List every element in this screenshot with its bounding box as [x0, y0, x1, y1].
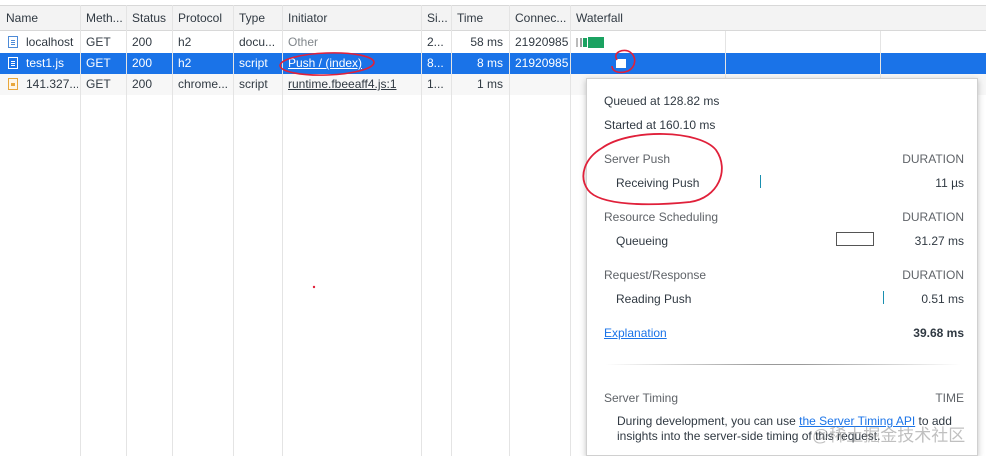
column-divider[interactable] — [421, 5, 422, 456]
request-protocol: chrome... — [178, 77, 229, 91]
server-timing-title: Server Timing — [604, 391, 679, 405]
note-text: During development, you can use — [617, 414, 800, 428]
request-row[interactable]: localhost GET 200 h2 docu... Other 2... … — [0, 32, 986, 53]
column-protocol[interactable]: Protocol — [172, 6, 236, 30]
column-connection[interactable]: Connec... — [509, 6, 575, 30]
request-initiator-link[interactable]: runtime.fbeeaff4.js:1 — [282, 74, 421, 95]
section-title-request-response: Request/Response — [604, 268, 707, 282]
receiving-push-value: 11 µs — [935, 176, 964, 190]
time-header: TIME — [935, 391, 964, 405]
column-divider[interactable] — [451, 5, 452, 456]
request-method: GET — [86, 56, 111, 70]
timing-popover: Queued at 128.82 ms Started at 160.10 ms… — [586, 78, 978, 456]
column-divider[interactable] — [509, 5, 510, 456]
request-initiator: Other — [288, 35, 319, 49]
request-name: test1.js — [26, 56, 65, 70]
request-size: 2... — [427, 35, 444, 49]
request-type: docu... — [239, 35, 276, 49]
reading-push-label: Reading Push — [616, 292, 692, 306]
request-row-selected[interactable]: test1.js GET 200 h2 script Push / (index… — [0, 53, 986, 74]
section-title-server-push: Server Push — [604, 152, 671, 166]
explanation-link[interactable]: Explanation — [604, 326, 667, 340]
receiving-push-label: Receiving Push — [616, 176, 700, 190]
receiving-push-bar — [760, 175, 761, 188]
request-time: 8 ms — [476, 56, 503, 70]
request-name: 141.327... — [26, 77, 78, 91]
queueing-label: Queueing — [616, 234, 669, 248]
section-divider — [605, 364, 961, 365]
queueing-value: 31.27 ms — [914, 234, 964, 248]
request-method: GET — [86, 77, 111, 91]
column-divider[interactable] — [233, 5, 234, 456]
request-initiator-link[interactable]: Push / (index) — [282, 53, 421, 74]
column-divider[interactable] — [80, 5, 81, 456]
waterfall-wait-bar — [580, 38, 582, 47]
duration-header: DURATION — [902, 152, 964, 166]
request-name: localhost — [26, 35, 74, 49]
request-protocol: h2 — [178, 35, 192, 49]
column-divider[interactable] — [172, 5, 173, 456]
started-at-text: Started at 160.10 ms — [604, 118, 716, 132]
section-title-resource-scheduling: Resource Scheduling — [604, 210, 719, 224]
queueing-bar — [836, 232, 874, 246]
watermark: @稀土掘金技术社区 — [812, 426, 966, 445]
column-waterfall[interactable]: Waterfall — [570, 6, 726, 30]
image-icon — [8, 78, 18, 90]
request-size: 1... — [427, 77, 444, 91]
request-status: 200 — [132, 56, 153, 70]
column-time[interactable]: Time — [451, 6, 507, 30]
request-type: script — [239, 77, 268, 91]
column-divider[interactable] — [282, 5, 283, 456]
request-time: 58 ms — [470, 35, 503, 49]
request-status: 200 — [132, 77, 153, 91]
column-type[interactable]: Type — [233, 6, 284, 30]
waterfall-push-bar[interactable] — [616, 59, 626, 68]
column-header-row: Name Meth... Status Protocol Type Initia… — [0, 5, 986, 31]
duration-header: DURATION — [902, 268, 964, 282]
script-icon — [8, 57, 18, 69]
queued-at-text: Queued at 128.82 ms — [604, 94, 720, 108]
request-status: 200 — [132, 35, 153, 49]
request-size: 8... — [427, 56, 444, 70]
column-method[interactable]: Meth... — [80, 6, 126, 30]
column-divider[interactable] — [126, 5, 127, 456]
request-connection — [509, 74, 570, 95]
waterfall-queue-bar — [576, 38, 578, 47]
document-icon — [8, 36, 18, 48]
reading-push-bar — [883, 291, 884, 304]
column-status[interactable]: Status — [126, 6, 172, 30]
request-method: GET — [86, 35, 111, 49]
waterfall-ttfb-bar — [583, 38, 587, 47]
reading-push-value: 0.51 ms — [921, 292, 964, 306]
column-initiator[interactable]: Initiator — [282, 6, 424, 30]
waterfall-download-bar — [588, 37, 604, 48]
total-time: 39.68 ms — [913, 326, 964, 340]
request-connection: 21920985 — [515, 35, 569, 49]
request-protocol: h2 — [178, 56, 192, 70]
request-connection: 21920985 — [515, 56, 569, 70]
column-name[interactable]: Name — [0, 6, 80, 30]
request-type: script — [239, 56, 268, 70]
column-size[interactable]: Si... — [421, 6, 449, 30]
column-divider[interactable] — [570, 5, 571, 456]
duration-header: DURATION — [902, 210, 964, 224]
request-time: 1 ms — [476, 77, 503, 91]
